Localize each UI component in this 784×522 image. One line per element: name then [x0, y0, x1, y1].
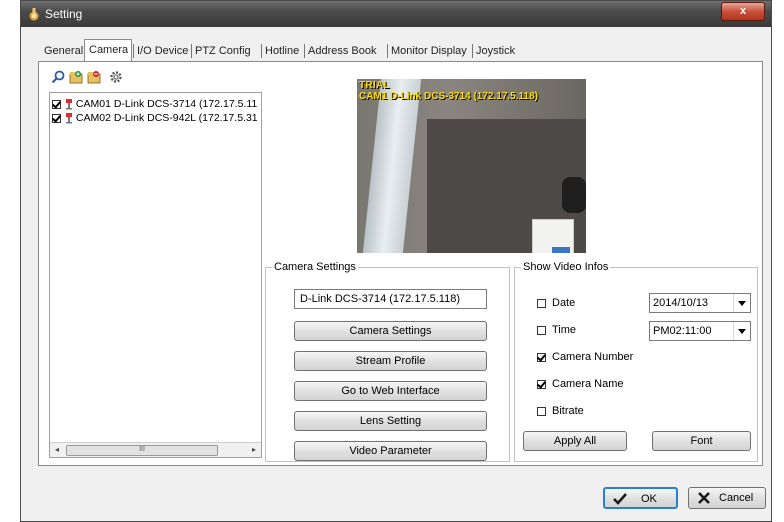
video-trial-watermark: TRIAL: [359, 80, 390, 91]
video-scene-object: [562, 177, 586, 213]
camera-icon: [65, 99, 72, 110]
settings-app-icon: [29, 8, 39, 21]
remove-camera-icon[interactable]: [87, 70, 101, 84]
horizontal-scrollbar[interactable]: ◂ III ▸: [50, 442, 261, 457]
date-checkbox[interactable]: [537, 298, 546, 308]
camera-settings-group: Camera Settings D-Link DCS-3714 (172.17.…: [265, 261, 510, 462]
video-scene-cable: [552, 247, 570, 253]
camera-icon: [65, 113, 72, 124]
lens-setting-button[interactable]: Lens Setting: [294, 411, 487, 431]
apply-all-button[interactable]: Apply All: [523, 431, 627, 451]
tab-io-device[interactable]: I/O Device: [133, 41, 192, 61]
cancel-label: Cancel: [719, 492, 754, 504]
close-button[interactable]: x: [721, 2, 765, 21]
scroll-left-arrow-icon[interactable]: ◂: [50, 443, 64, 457]
video-preview: TRIAL CAM1 D-Link DCS-3714 (172.17.5.118…: [357, 79, 586, 253]
checkmark-icon: [613, 493, 627, 505]
date-label: Date: [552, 297, 576, 309]
title-bar[interactable]: Setting x: [21, 1, 771, 27]
add-camera-icon[interactable]: [69, 70, 83, 84]
camera-checkbox[interactable]: [52, 113, 61, 123]
time-option[interactable]: Time: [537, 323, 576, 337]
camera-number-option[interactable]: Camera Number: [537, 350, 633, 364]
time-label: Time: [552, 324, 577, 336]
chevron-down-icon[interactable]: [733, 294, 750, 312]
tab-general[interactable]: General: [40, 41, 87, 61]
camera-name-checkbox[interactable]: [537, 379, 546, 389]
bitrate-label: Bitrate: [552, 405, 584, 417]
settings-window: Setting x General Camera I/O Device PTZ …: [20, 0, 772, 522]
camera-number-checkbox[interactable]: [537, 352, 546, 362]
show-video-infos-legend: Show Video Infos: [521, 261, 611, 273]
bitrate-option[interactable]: Bitrate: [537, 404, 584, 418]
date-select[interactable]: 2014/10/13: [649, 293, 751, 313]
tab-address-book[interactable]: Address Book: [304, 41, 380, 61]
camera-checkbox[interactable]: [52, 99, 61, 109]
camera-name-option[interactable]: Camera Name: [537, 377, 624, 391]
show-video-infos-group: Show Video Infos Date 2014/10/13 Time PM…: [514, 261, 758, 462]
settings-gear-icon[interactable]: [109, 70, 123, 84]
cancel-button[interactable]: Cancel: [688, 487, 766, 509]
camera-list-label: CAM02 D-Link DCS-942L (172.17.5.31: [75, 112, 258, 124]
go-to-web-interface-button[interactable]: Go to Web Interface: [294, 381, 487, 401]
tab-ptz-config[interactable]: PTZ Config: [191, 41, 255, 61]
camera-settings-legend: Camera Settings: [272, 261, 358, 273]
stream-profile-button[interactable]: Stream Profile: [294, 351, 487, 371]
tab-monitor-display[interactable]: Monitor Display: [387, 41, 471, 61]
bitrate-checkbox[interactable]: [537, 406, 546, 416]
video-parameter-button[interactable]: Video Parameter: [294, 441, 487, 461]
font-button[interactable]: Font: [652, 431, 751, 451]
camera-name-label: Camera Name: [552, 378, 624, 390]
date-value: 2014/10/13: [653, 297, 709, 309]
time-select[interactable]: PM02:11:00: [649, 321, 751, 341]
camera-list-label: CAM01 D-Link DCS-3714 (172.17.5.11: [75, 98, 258, 110]
camera-tab-panel: CAM01 D-Link DCS-3714 (172.17.5.11 CAM02…: [38, 61, 763, 466]
camera-name-field[interactable]: D-Link DCS-3714 (172.17.5.118): [294, 289, 487, 309]
tab-camera[interactable]: Camera: [84, 39, 132, 61]
tab-joystick[interactable]: Joystick: [472, 41, 519, 61]
scrollbar-thumb[interactable]: III: [66, 445, 218, 456]
video-caption: CAM1 D-Link DCS-3714 (172.17.5.118): [359, 91, 538, 102]
time-value: PM02:11:00: [653, 325, 712, 337]
camera-number-label: Camera Number: [552, 351, 634, 363]
date-option[interactable]: Date: [537, 296, 575, 310]
time-checkbox[interactable]: [537, 325, 546, 335]
camera-list-item[interactable]: CAM01 D-Link DCS-3714 (172.17.5.11: [52, 97, 257, 111]
window-title: Setting: [45, 7, 83, 21]
camera-list-item[interactable]: CAM02 D-Link DCS-942L (172.17.5.31: [52, 111, 258, 125]
ok-button[interactable]: OK: [603, 487, 678, 509]
ok-label: OK: [641, 493, 657, 505]
tab-hotline[interactable]: Hotline: [261, 41, 303, 61]
search-icon[interactable]: [51, 70, 65, 84]
cancel-x-icon: [698, 492, 710, 504]
camera-tree-list[interactable]: CAM01 D-Link DCS-3714 (172.17.5.11 CAM02…: [49, 92, 262, 458]
scroll-right-arrow-icon[interactable]: ▸: [247, 443, 261, 457]
dialog-body: General Camera I/O Device PTZ Config Hot…: [22, 27, 770, 521]
chevron-down-icon[interactable]: [733, 322, 750, 340]
camera-settings-button[interactable]: Camera Settings: [294, 321, 487, 341]
